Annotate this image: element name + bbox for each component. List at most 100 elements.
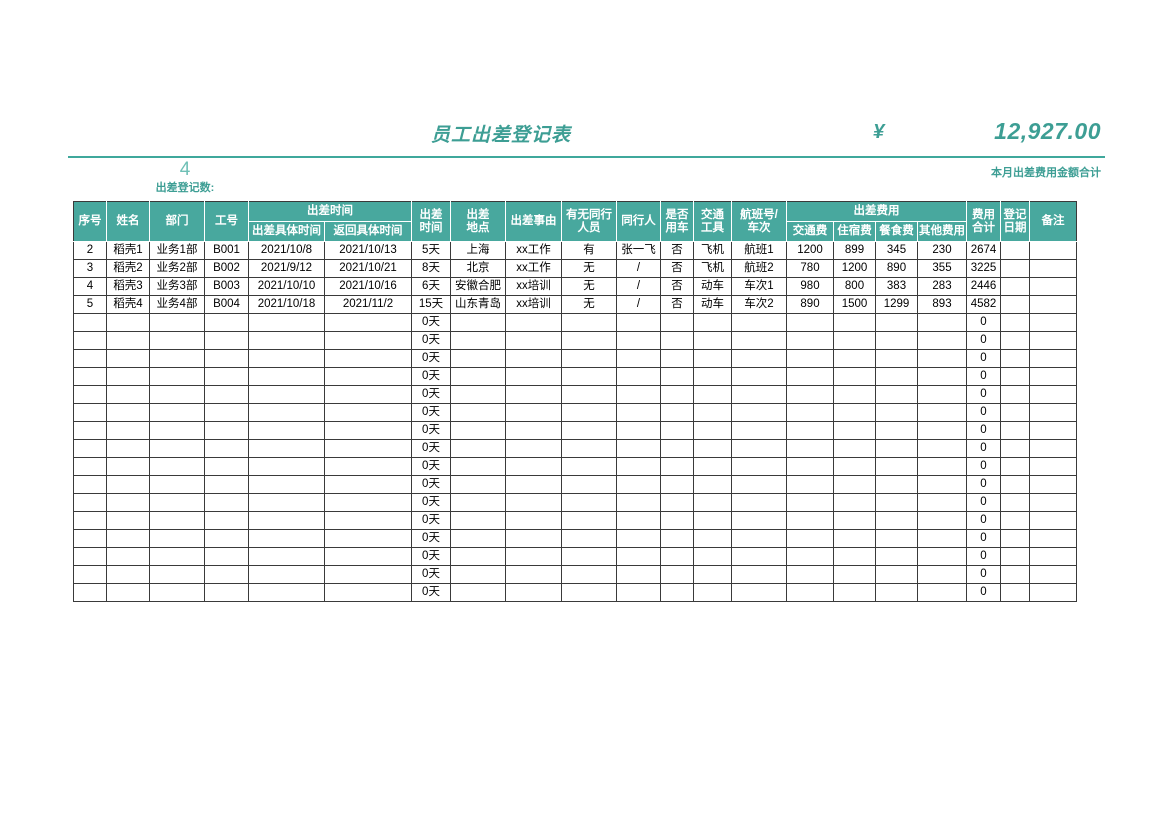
cell-duration[interactable]: 15天 xyxy=(411,295,451,314)
cell-remark[interactable] xyxy=(1029,547,1077,566)
cell-depart_time[interactable] xyxy=(248,493,325,512)
cell-seq[interactable] xyxy=(73,511,107,530)
cell-return_time[interactable] xyxy=(324,475,412,494)
cell-flight_no[interactable] xyxy=(731,313,787,332)
cell-fee_total[interactable]: 0 xyxy=(966,349,1001,368)
cell-reason[interactable] xyxy=(505,529,562,548)
cell-duration[interactable]: 0天 xyxy=(411,547,451,566)
cell-fee_total[interactable]: 0 xyxy=(966,421,1001,440)
cell-location[interactable] xyxy=(450,583,506,602)
cell-transport[interactable]: 飞机 xyxy=(693,259,732,278)
cell-seq[interactable] xyxy=(73,403,107,422)
cell-transport[interactable] xyxy=(693,331,732,350)
cell-fee_meal[interactable] xyxy=(875,547,918,566)
cell-emp_id[interactable] xyxy=(204,313,249,332)
cell-fee_hotel[interactable] xyxy=(833,493,876,512)
cell-companion[interactable] xyxy=(616,547,661,566)
cell-fee_other[interactable] xyxy=(917,565,967,584)
cell-seq[interactable] xyxy=(73,565,107,584)
cell-seq[interactable]: 3 xyxy=(73,259,107,278)
cell-companion[interactable] xyxy=(616,511,661,530)
cell-duration[interactable]: 0天 xyxy=(411,349,451,368)
cell-location[interactable] xyxy=(450,385,506,404)
cell-dept[interactable]: 业务4部 xyxy=(149,295,205,314)
cell-reg_date[interactable] xyxy=(1000,367,1030,386)
cell-reg_date[interactable] xyxy=(1000,241,1030,260)
cell-depart_time[interactable] xyxy=(248,367,325,386)
cell-fee_total[interactable]: 0 xyxy=(966,493,1001,512)
cell-remark[interactable] xyxy=(1029,367,1077,386)
cell-companion[interactable] xyxy=(616,565,661,584)
cell-has_companion[interactable] xyxy=(561,511,617,530)
cell-name[interactable]: 稻壳3 xyxy=(106,277,150,296)
cell-companion[interactable] xyxy=(616,403,661,422)
cell-duration[interactable]: 0天 xyxy=(411,385,451,404)
cell-fee_hotel[interactable] xyxy=(833,511,876,530)
cell-fee_total[interactable]: 2446 xyxy=(966,277,1001,296)
cell-companion[interactable] xyxy=(616,421,661,440)
cell-reason[interactable] xyxy=(505,547,562,566)
cell-companion[interactable]: 张一飞 xyxy=(616,241,661,260)
cell-duration[interactable]: 0天 xyxy=(411,529,451,548)
cell-flight_no[interactable] xyxy=(731,529,787,548)
cell-fee_total[interactable]: 4582 xyxy=(966,295,1001,314)
cell-location[interactable] xyxy=(450,439,506,458)
cell-remark[interactable] xyxy=(1029,493,1077,512)
cell-name[interactable] xyxy=(106,529,150,548)
cell-duration[interactable]: 0天 xyxy=(411,583,451,602)
cell-depart_time[interactable] xyxy=(248,331,325,350)
cell-fee_hotel[interactable] xyxy=(833,583,876,602)
cell-reason[interactable] xyxy=(505,457,562,476)
cell-location[interactable] xyxy=(450,367,506,386)
cell-has_companion[interactable]: 有 xyxy=(561,241,617,260)
cell-has_companion[interactable]: 无 xyxy=(561,295,617,314)
cell-fee_transport[interactable] xyxy=(786,403,834,422)
cell-dept[interactable] xyxy=(149,331,205,350)
cell-return_time[interactable] xyxy=(324,457,412,476)
cell-fee_hotel[interactable] xyxy=(833,475,876,494)
cell-companion[interactable] xyxy=(616,583,661,602)
cell-flight_no[interactable] xyxy=(731,385,787,404)
cell-fee_transport[interactable]: 890 xyxy=(786,295,834,314)
cell-depart_time[interactable]: 2021/10/10 xyxy=(248,277,325,296)
cell-duration[interactable]: 0天 xyxy=(411,313,451,332)
cell-fee_meal[interactable] xyxy=(875,367,918,386)
cell-location[interactable] xyxy=(450,529,506,548)
cell-seq[interactable] xyxy=(73,547,107,566)
cell-reg_date[interactable] xyxy=(1000,349,1030,368)
cell-name[interactable] xyxy=(106,439,150,458)
cell-name[interactable]: 稻壳2 xyxy=(106,259,150,278)
cell-remark[interactable] xyxy=(1029,421,1077,440)
cell-fee_meal[interactable]: 890 xyxy=(875,259,918,278)
cell-fee_other[interactable] xyxy=(917,385,967,404)
cell-location[interactable] xyxy=(450,493,506,512)
cell-fee_total[interactable]: 0 xyxy=(966,313,1001,332)
cell-return_time[interactable] xyxy=(324,511,412,530)
cell-duration[interactable]: 0天 xyxy=(411,511,451,530)
cell-duration[interactable]: 0天 xyxy=(411,403,451,422)
cell-reason[interactable] xyxy=(505,385,562,404)
cell-return_time[interactable]: 2021/11/2 xyxy=(324,295,412,314)
cell-companion[interactable] xyxy=(616,367,661,386)
cell-transport[interactable] xyxy=(693,475,732,494)
cell-fee_total[interactable]: 0 xyxy=(966,529,1001,548)
cell-emp_id[interactable] xyxy=(204,385,249,404)
cell-dept[interactable]: 业务3部 xyxy=(149,277,205,296)
cell-duration[interactable]: 0天 xyxy=(411,367,451,386)
cell-emp_id[interactable] xyxy=(204,457,249,476)
cell-fee_hotel[interactable]: 1500 xyxy=(833,295,876,314)
cell-fee_meal[interactable]: 1299 xyxy=(875,295,918,314)
cell-transport[interactable] xyxy=(693,385,732,404)
cell-return_time[interactable]: 2021/10/21 xyxy=(324,259,412,278)
cell-duration[interactable]: 8天 xyxy=(411,259,451,278)
cell-reason[interactable] xyxy=(505,421,562,440)
cell-reason[interactable]: xx工作 xyxy=(505,241,562,260)
cell-remark[interactable] xyxy=(1029,511,1077,530)
cell-duration[interactable]: 0天 xyxy=(411,421,451,440)
cell-use_car[interactable] xyxy=(660,439,694,458)
cell-flight_no[interactable] xyxy=(731,421,787,440)
cell-reg_date[interactable] xyxy=(1000,421,1030,440)
cell-dept[interactable]: 业务2部 xyxy=(149,259,205,278)
cell-flight_no[interactable] xyxy=(731,547,787,566)
cell-emp_id[interactable]: B004 xyxy=(204,295,249,314)
